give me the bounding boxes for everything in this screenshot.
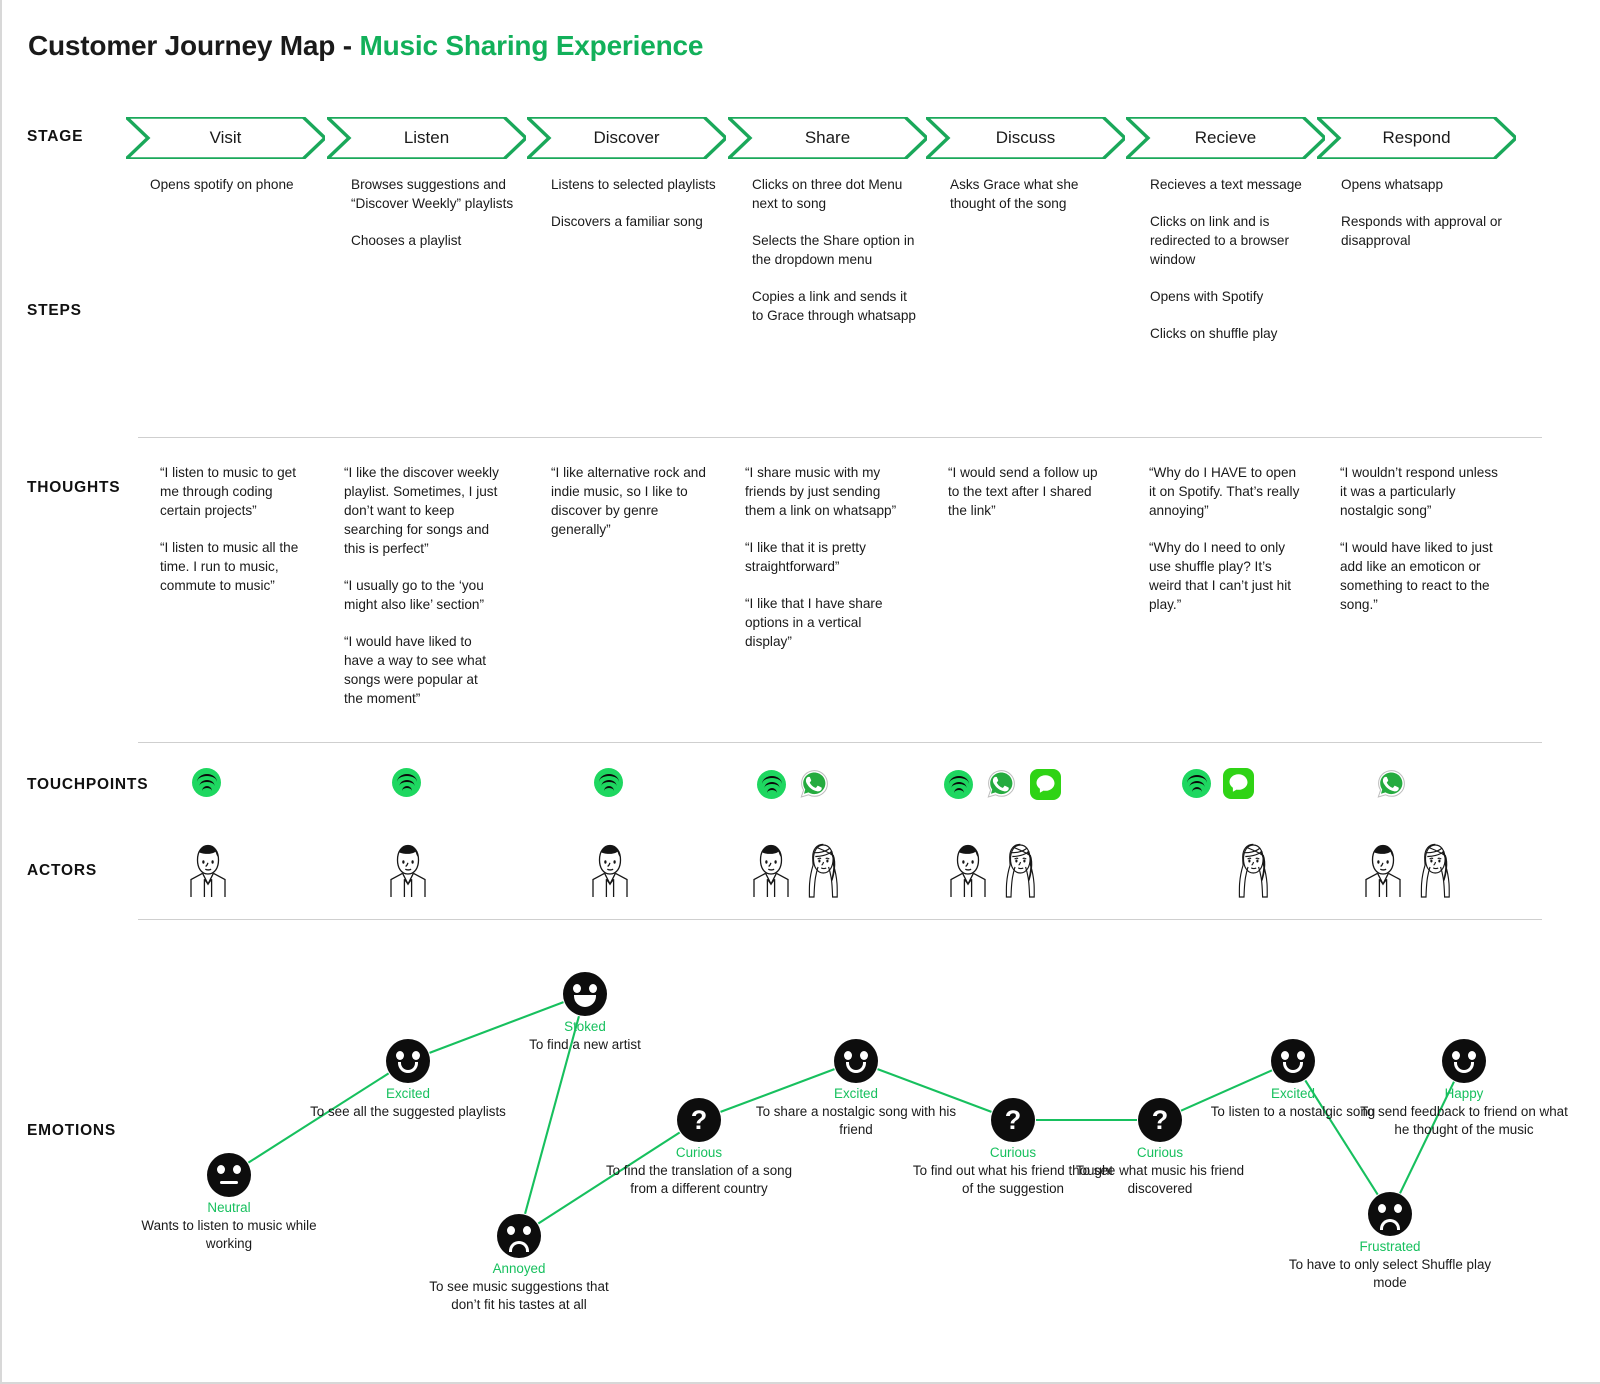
emotion-journey-lines [247, 1001, 1455, 1225]
stage-arrow-label: Visit [209, 128, 242, 147]
emotion-connector-line [429, 1001, 564, 1054]
stage-arrow-label: Share [804, 128, 851, 147]
emotion-connector-line [1180, 1069, 1273, 1112]
emotion-connector-line [247, 1072, 390, 1164]
stage-arrow-label: Listen [403, 128, 450, 147]
stage-arrow-label: Discuss [995, 128, 1056, 147]
stage-arrow-label: Respond [1382, 128, 1451, 147]
emotion-connector-line [720, 1068, 835, 1113]
emotion-connector-line [1399, 1081, 1455, 1194]
emotion-connector-line [1304, 1079, 1379, 1196]
stage-arrow-label: Recieve [1194, 128, 1257, 147]
emotion-connector-line [877, 1068, 992, 1113]
stage-arrow-label: Discover [593, 128, 660, 147]
emotion-connector-line [524, 1015, 580, 1215]
emotion-connector-line [537, 1131, 681, 1225]
